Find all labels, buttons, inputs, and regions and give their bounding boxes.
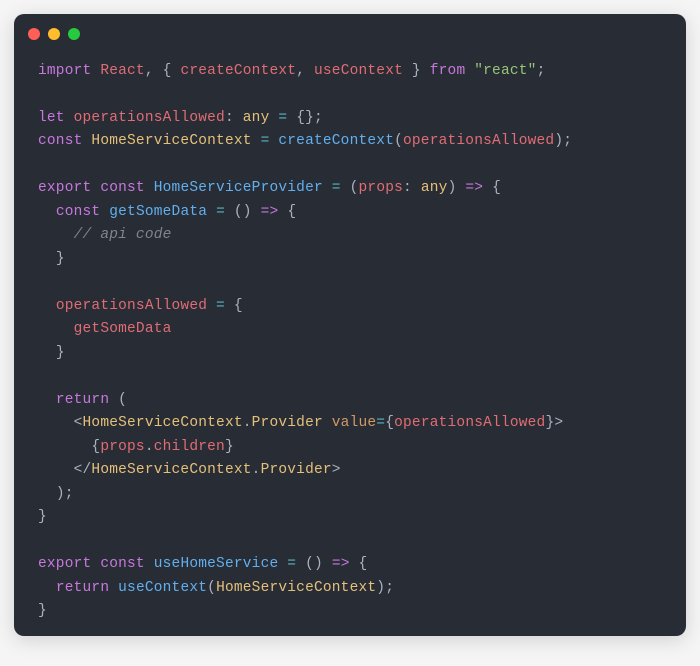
punct-lbrace: { [385, 415, 394, 431]
punct-rbrace: } [56, 345, 65, 361]
punct-comma: , [296, 63, 305, 79]
punct-lbrace: { [91, 439, 100, 455]
punct-rbrace: } [38, 509, 47, 525]
ident-homeserviceprovider: HomeServiceProvider [154, 180, 323, 196]
punct-rbrace: } [412, 63, 421, 79]
op-eq: = [278, 110, 287, 126]
ident-getsomedata: getSomeData [109, 204, 207, 220]
ident-operationsallowed: operationsAllowed [394, 415, 545, 431]
jsx-provider: Provider [252, 415, 323, 431]
punct-lbrace: { [287, 204, 296, 220]
ident-operationsallowed: operationsAllowed [56, 298, 207, 314]
string-react: "react" [474, 63, 536, 79]
punct-semi: ; [65, 486, 74, 502]
type-any: any [243, 110, 270, 126]
punct-rbrace: } [545, 415, 554, 431]
ident-createcontext: createContext [180, 63, 296, 79]
type-any: any [421, 180, 448, 196]
punct-semi: ; [537, 63, 546, 79]
minimize-icon[interactable] [48, 28, 60, 40]
punct-dot: . [243, 415, 252, 431]
punct-emptyparen: () [234, 204, 252, 220]
op-eq: = [216, 298, 225, 314]
ident-operationsallowed: operationsAllowed [74, 110, 225, 126]
op-eq: = [261, 133, 270, 149]
punct-semi: ; [385, 580, 394, 596]
keyword-import: import [38, 63, 91, 79]
comment-api: // api code [74, 227, 172, 243]
code-window: import React, { createContext, useContex… [14, 14, 686, 636]
punct-rbrace: } [56, 251, 65, 267]
op-arrow: => [332, 556, 350, 572]
fn-createcontext: createContext [278, 133, 394, 149]
keyword-const: const [100, 180, 145, 196]
op-eq: = [287, 556, 296, 572]
ident-getsomedata: getSomeData [74, 321, 172, 337]
keyword-return: return [56, 580, 109, 596]
punct-rbrace: } [225, 439, 234, 455]
jsx-provider: Provider [261, 462, 332, 478]
op-arrow: => [465, 180, 483, 196]
punct-lbrace: { [163, 63, 172, 79]
code-block: import React, { createContext, useContex… [14, 40, 686, 636]
keyword-export: export [38, 556, 91, 572]
punct-ltc: </ [74, 462, 92, 478]
ident-operationsallowed: operationsAllowed [403, 133, 554, 149]
punct-colon: : [225, 110, 234, 126]
punct-rbrace: } [38, 603, 47, 619]
op-eq: = [376, 415, 385, 431]
punct-lparen: ( [394, 133, 403, 149]
punct-lbrace: { [234, 298, 243, 314]
ident-homeservicecontext: HomeServiceContext [91, 133, 251, 149]
punct-semi: ; [563, 133, 572, 149]
punct-dot: . [145, 439, 154, 455]
punct-lparen: ( [118, 392, 127, 408]
punct-gt: > [554, 415, 563, 431]
ident-react: React [100, 63, 145, 79]
punct-lt: < [74, 415, 83, 431]
punct-semi: ; [314, 110, 323, 126]
keyword-const: const [100, 556, 145, 572]
jsx-homeservicecontext: HomeServiceContext [83, 415, 243, 431]
punct-gt: > [332, 462, 341, 478]
op-eq: = [332, 180, 341, 196]
op-eq: = [216, 204, 225, 220]
ident-props: props [359, 180, 404, 196]
punct-emptyobj: {} [296, 110, 314, 126]
keyword-const: const [56, 204, 101, 220]
punct-lparen: ( [350, 180, 359, 196]
punct-dot: . [252, 462, 261, 478]
punct-rparen: ) [56, 486, 65, 502]
punct-emptyparen: () [305, 556, 323, 572]
ident-children: children [154, 439, 225, 455]
keyword-return: return [56, 392, 109, 408]
punct-lbrace: { [359, 556, 368, 572]
jsx-attr-value: value [332, 415, 377, 431]
keyword-let: let [38, 110, 65, 126]
window-titlebar [14, 14, 686, 40]
maximize-icon[interactable] [68, 28, 80, 40]
close-icon[interactable] [28, 28, 40, 40]
punct-rparen: ) [554, 133, 563, 149]
fn-usecontext: useContext [118, 580, 207, 596]
punct-rparen: ) [376, 580, 385, 596]
ident-usecontext: useContext [314, 63, 403, 79]
keyword-const: const [38, 133, 83, 149]
ident-homeservicecontext: HomeServiceContext [216, 580, 376, 596]
ident-usehomeservice: useHomeService [154, 556, 279, 572]
punct-lparen: ( [207, 580, 216, 596]
keyword-export: export [38, 180, 91, 196]
ident-props: props [100, 439, 145, 455]
keyword-from: from [430, 63, 466, 79]
punct-rparen: ) [448, 180, 457, 196]
op-arrow: => [261, 204, 279, 220]
punct-colon: : [403, 180, 412, 196]
punct-lbrace: { [492, 180, 501, 196]
jsx-homeservicecontext: HomeServiceContext [91, 462, 251, 478]
punct-comma: , [145, 63, 154, 79]
